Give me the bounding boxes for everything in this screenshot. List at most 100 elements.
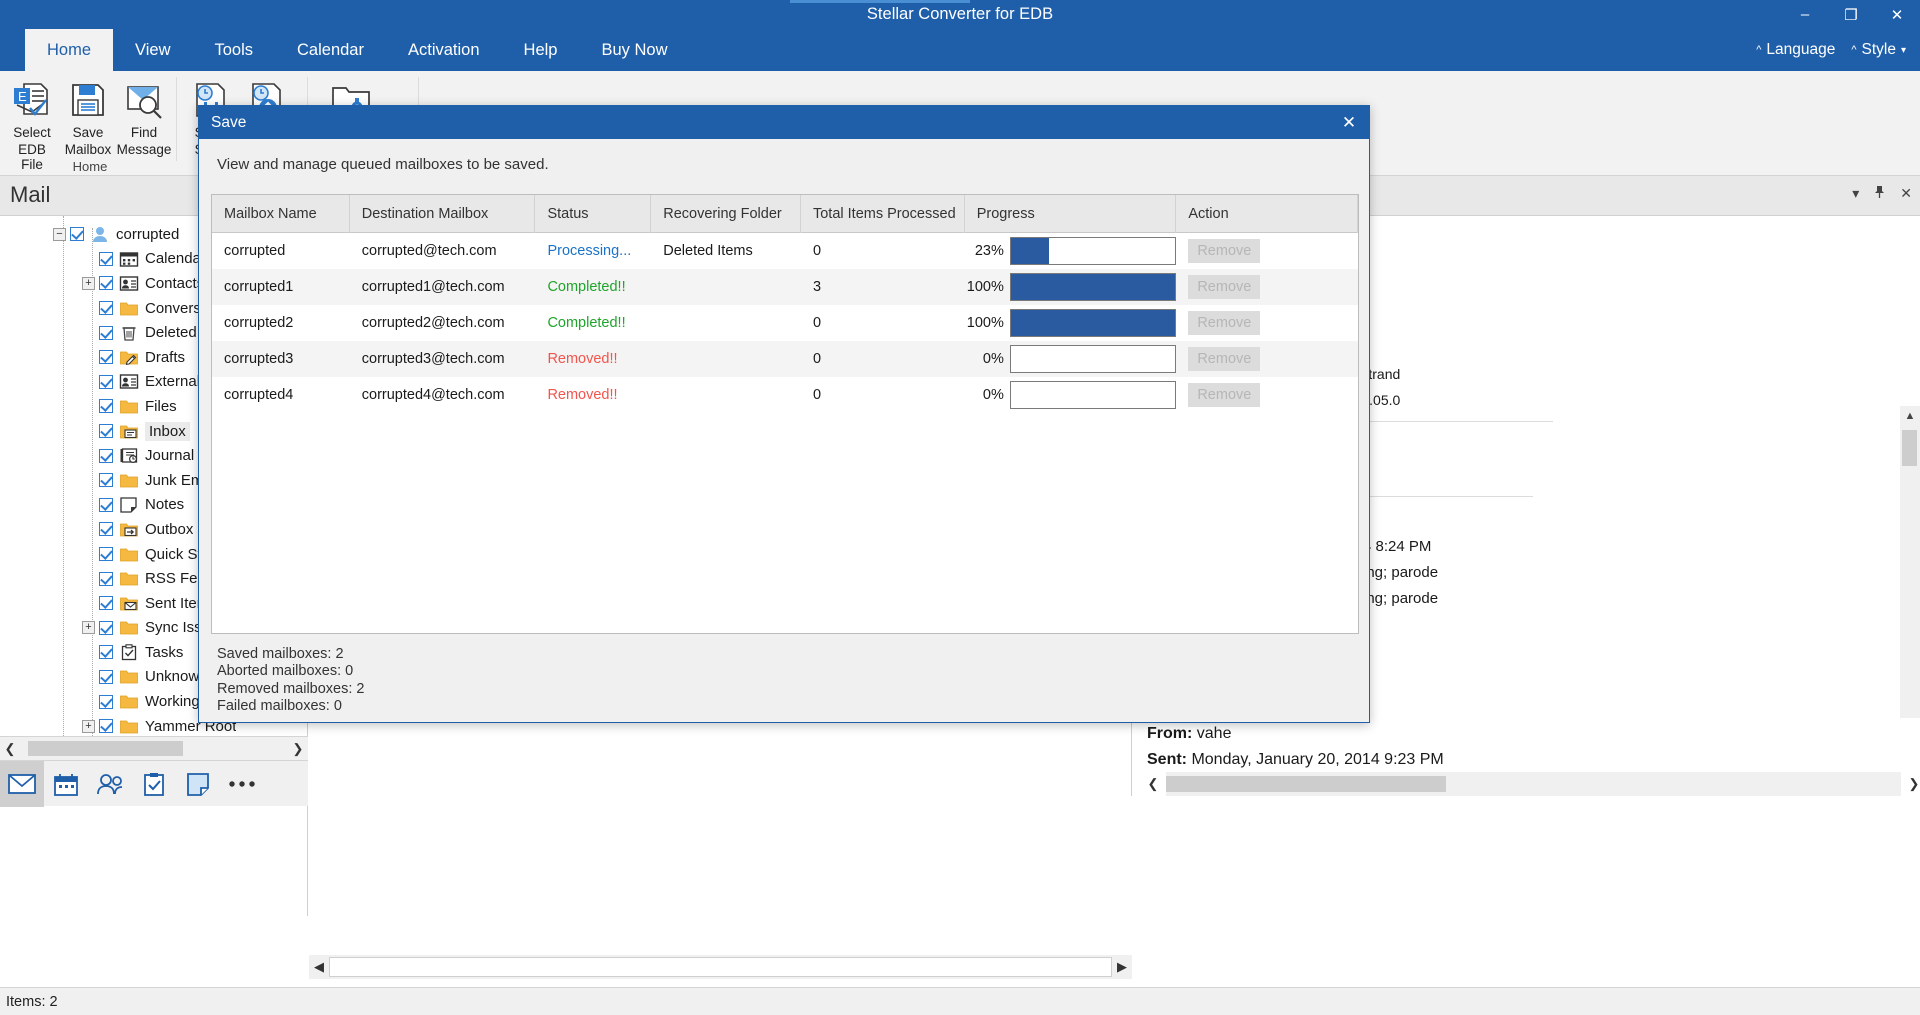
scroll-right-arrow-icon[interactable]: ❯ xyxy=(1901,773,1920,795)
scroll-thumb[interactable] xyxy=(28,740,183,756)
scroll-left-arrow-icon[interactable]: ❮ xyxy=(0,738,20,760)
close-button[interactable]: ✕ xyxy=(1874,0,1920,29)
tab-calendar[interactable]: Calendar xyxy=(275,29,386,71)
nav-mail[interactable] xyxy=(0,761,44,807)
column-header-recovering-folder[interactable]: Recovering Folder xyxy=(651,195,801,233)
tree-item-checkbox[interactable] xyxy=(99,547,113,562)
tree-item-checkbox[interactable] xyxy=(99,497,113,512)
expand-icon[interactable]: + xyxy=(82,276,95,290)
tree-item-checkbox[interactable] xyxy=(99,596,113,611)
scroll-track[interactable] xyxy=(20,737,288,760)
tree-item-checkbox[interactable] xyxy=(99,473,113,488)
nav-people[interactable] xyxy=(88,761,132,807)
tab-help[interactable]: Help xyxy=(502,29,580,71)
scroll-left-arrow-icon[interactable]: ◀ xyxy=(309,956,329,978)
table-row[interactable]: corrupted4 corrupted4@tech.com Removed!! 0 0… xyxy=(212,377,1358,413)
table-row[interactable]: corrupted2 corrupted2@tech.com Completed!!… xyxy=(212,305,1358,341)
select-edb-file-button[interactable]: E Select EDB File xyxy=(4,75,60,172)
tree-item-checkbox[interactable] xyxy=(99,399,113,414)
scroll-right-arrow-icon[interactable]: ▶ xyxy=(1112,956,1132,978)
people-icon xyxy=(97,774,123,795)
save-mailbox-label-line2: Mailbox xyxy=(64,142,112,157)
nav-tasks[interactable] xyxy=(132,761,176,807)
scroll-track[interactable] xyxy=(329,957,1112,977)
column-header-mailbox-name[interactable]: Mailbox Name xyxy=(212,195,350,233)
tab-buy-now[interactable]: Buy Now xyxy=(579,29,689,71)
save-dialog-close-button[interactable]: ✕ xyxy=(1329,106,1369,139)
remove-button[interactable]: Remove xyxy=(1188,347,1261,371)
tab-home[interactable]: Home xyxy=(25,29,114,71)
table-header-row: Mailbox Name Destination Mailbox Status Rec… xyxy=(212,195,1359,233)
style-selector[interactable]: ^ Style ▾ xyxy=(1851,41,1906,59)
folder-icon xyxy=(119,398,139,415)
column-header-total-items-processed[interactable]: Total Items Processed xyxy=(801,195,965,233)
cell-status: Completed!! xyxy=(547,315,626,331)
close-icon[interactable]: ✕ xyxy=(1900,185,1912,202)
ribbon-tabs: Home View Tools Calendar Activation Help Buy N… xyxy=(25,29,690,71)
reading-pane-hscrollbar[interactable]: ❮ ❯ xyxy=(1140,770,1920,798)
tree-item-checkbox[interactable] xyxy=(99,645,113,660)
scroll-right-arrow-icon[interactable]: ❯ xyxy=(288,738,308,760)
tree-item-checkbox[interactable] xyxy=(99,522,113,537)
nav-calendar[interactable] xyxy=(44,761,88,807)
folder-tree-hscrollbar[interactable]: ❮ ❯ xyxy=(0,736,308,760)
journal-icon xyxy=(119,447,139,464)
tree-item-checkbox[interactable] xyxy=(99,424,113,439)
cell-status: Removed!! xyxy=(547,387,618,403)
tree-item-checkbox[interactable] xyxy=(99,276,113,291)
nav-more[interactable] xyxy=(220,761,264,807)
tree-item-checkbox[interactable] xyxy=(99,325,113,340)
save-mailbox-button[interactable]: Save Mailbox xyxy=(60,75,116,157)
restore-button[interactable]: ❐ xyxy=(1828,0,1874,29)
chevron-down-icon[interactable]: ▾ xyxy=(1852,185,1859,202)
column-header-progress[interactable]: Progress xyxy=(965,195,1177,233)
tab-tools[interactable]: Tools xyxy=(192,29,275,71)
tree-item-checkbox[interactable] xyxy=(99,251,113,266)
remove-button[interactable]: Remove xyxy=(1188,239,1261,263)
language-selector[interactable]: ^ Language xyxy=(1756,41,1835,59)
collapse-icon[interactable]: − xyxy=(53,227,66,241)
remove-button[interactable]: Remove xyxy=(1188,383,1261,407)
tree-item-checkbox[interactable] xyxy=(99,350,113,365)
tree-item-checkbox[interactable] xyxy=(99,571,113,586)
table-row[interactable]: corrupted3 corrupted3@tech.com Removed!! 0 0… xyxy=(212,341,1358,377)
progress-bar xyxy=(1009,381,1177,409)
expand-icon[interactable]: + xyxy=(82,621,95,635)
tree-item-checkbox[interactable] xyxy=(99,301,113,316)
scroll-track[interactable] xyxy=(1166,772,1901,796)
tab-label: View xyxy=(135,41,171,59)
minimize-button[interactable]: – xyxy=(1782,0,1828,29)
tree-item-checkbox[interactable] xyxy=(99,374,113,389)
progress-bar xyxy=(1009,273,1177,301)
scroll-thumb[interactable] xyxy=(1902,430,1917,466)
remove-button[interactable]: Remove xyxy=(1188,275,1261,299)
notes-icon xyxy=(119,496,139,513)
tree-item-checkbox[interactable] xyxy=(99,448,113,463)
tab-activation[interactable]: Activation xyxy=(386,29,502,71)
tree-item-checkbox[interactable] xyxy=(99,669,113,684)
cell-mailbox-name: corrupted1 xyxy=(224,279,294,295)
column-header-status[interactable]: Status xyxy=(535,195,652,233)
message-list-hscrollbar[interactable]: ◀ ▶ xyxy=(309,955,1132,979)
scroll-thumb[interactable] xyxy=(1166,776,1446,792)
remove-button[interactable]: Remove xyxy=(1188,311,1261,335)
tree-item-checkbox[interactable] xyxy=(99,719,113,734)
scroll-left-arrow-icon[interactable]: ❮ xyxy=(1140,773,1166,795)
table-row[interactable]: corrupted1 corrupted1@tech.com Completed!!… xyxy=(212,269,1358,305)
table-row[interactable]: corrupted corrupted@tech.com Processing...… xyxy=(212,233,1358,269)
reading-pane-body-line: 4 8:24 PM xyxy=(1363,538,1432,555)
expand-icon[interactable]: + xyxy=(82,719,95,733)
column-header-action[interactable]: Action xyxy=(1176,195,1359,233)
tree-item-checkbox[interactable] xyxy=(70,227,84,242)
window-controls: – ❐ ✕ xyxy=(1782,0,1920,29)
nav-notes[interactable] xyxy=(176,761,220,807)
column-header-destination-mailbox[interactable]: Destination Mailbox xyxy=(350,195,536,233)
tab-view[interactable]: View xyxy=(113,29,192,71)
column-header-label: Destination Mailbox xyxy=(361,206,489,222)
tree-item-checkbox[interactable] xyxy=(99,620,113,635)
scroll-up-arrow-icon[interactable]: ▲ xyxy=(1900,406,1920,426)
pin-icon[interactable] xyxy=(1873,185,1886,202)
find-message-button[interactable]: Find Message xyxy=(116,75,172,157)
folder-icon xyxy=(119,619,139,636)
tree-item-checkbox[interactable] xyxy=(99,694,113,709)
